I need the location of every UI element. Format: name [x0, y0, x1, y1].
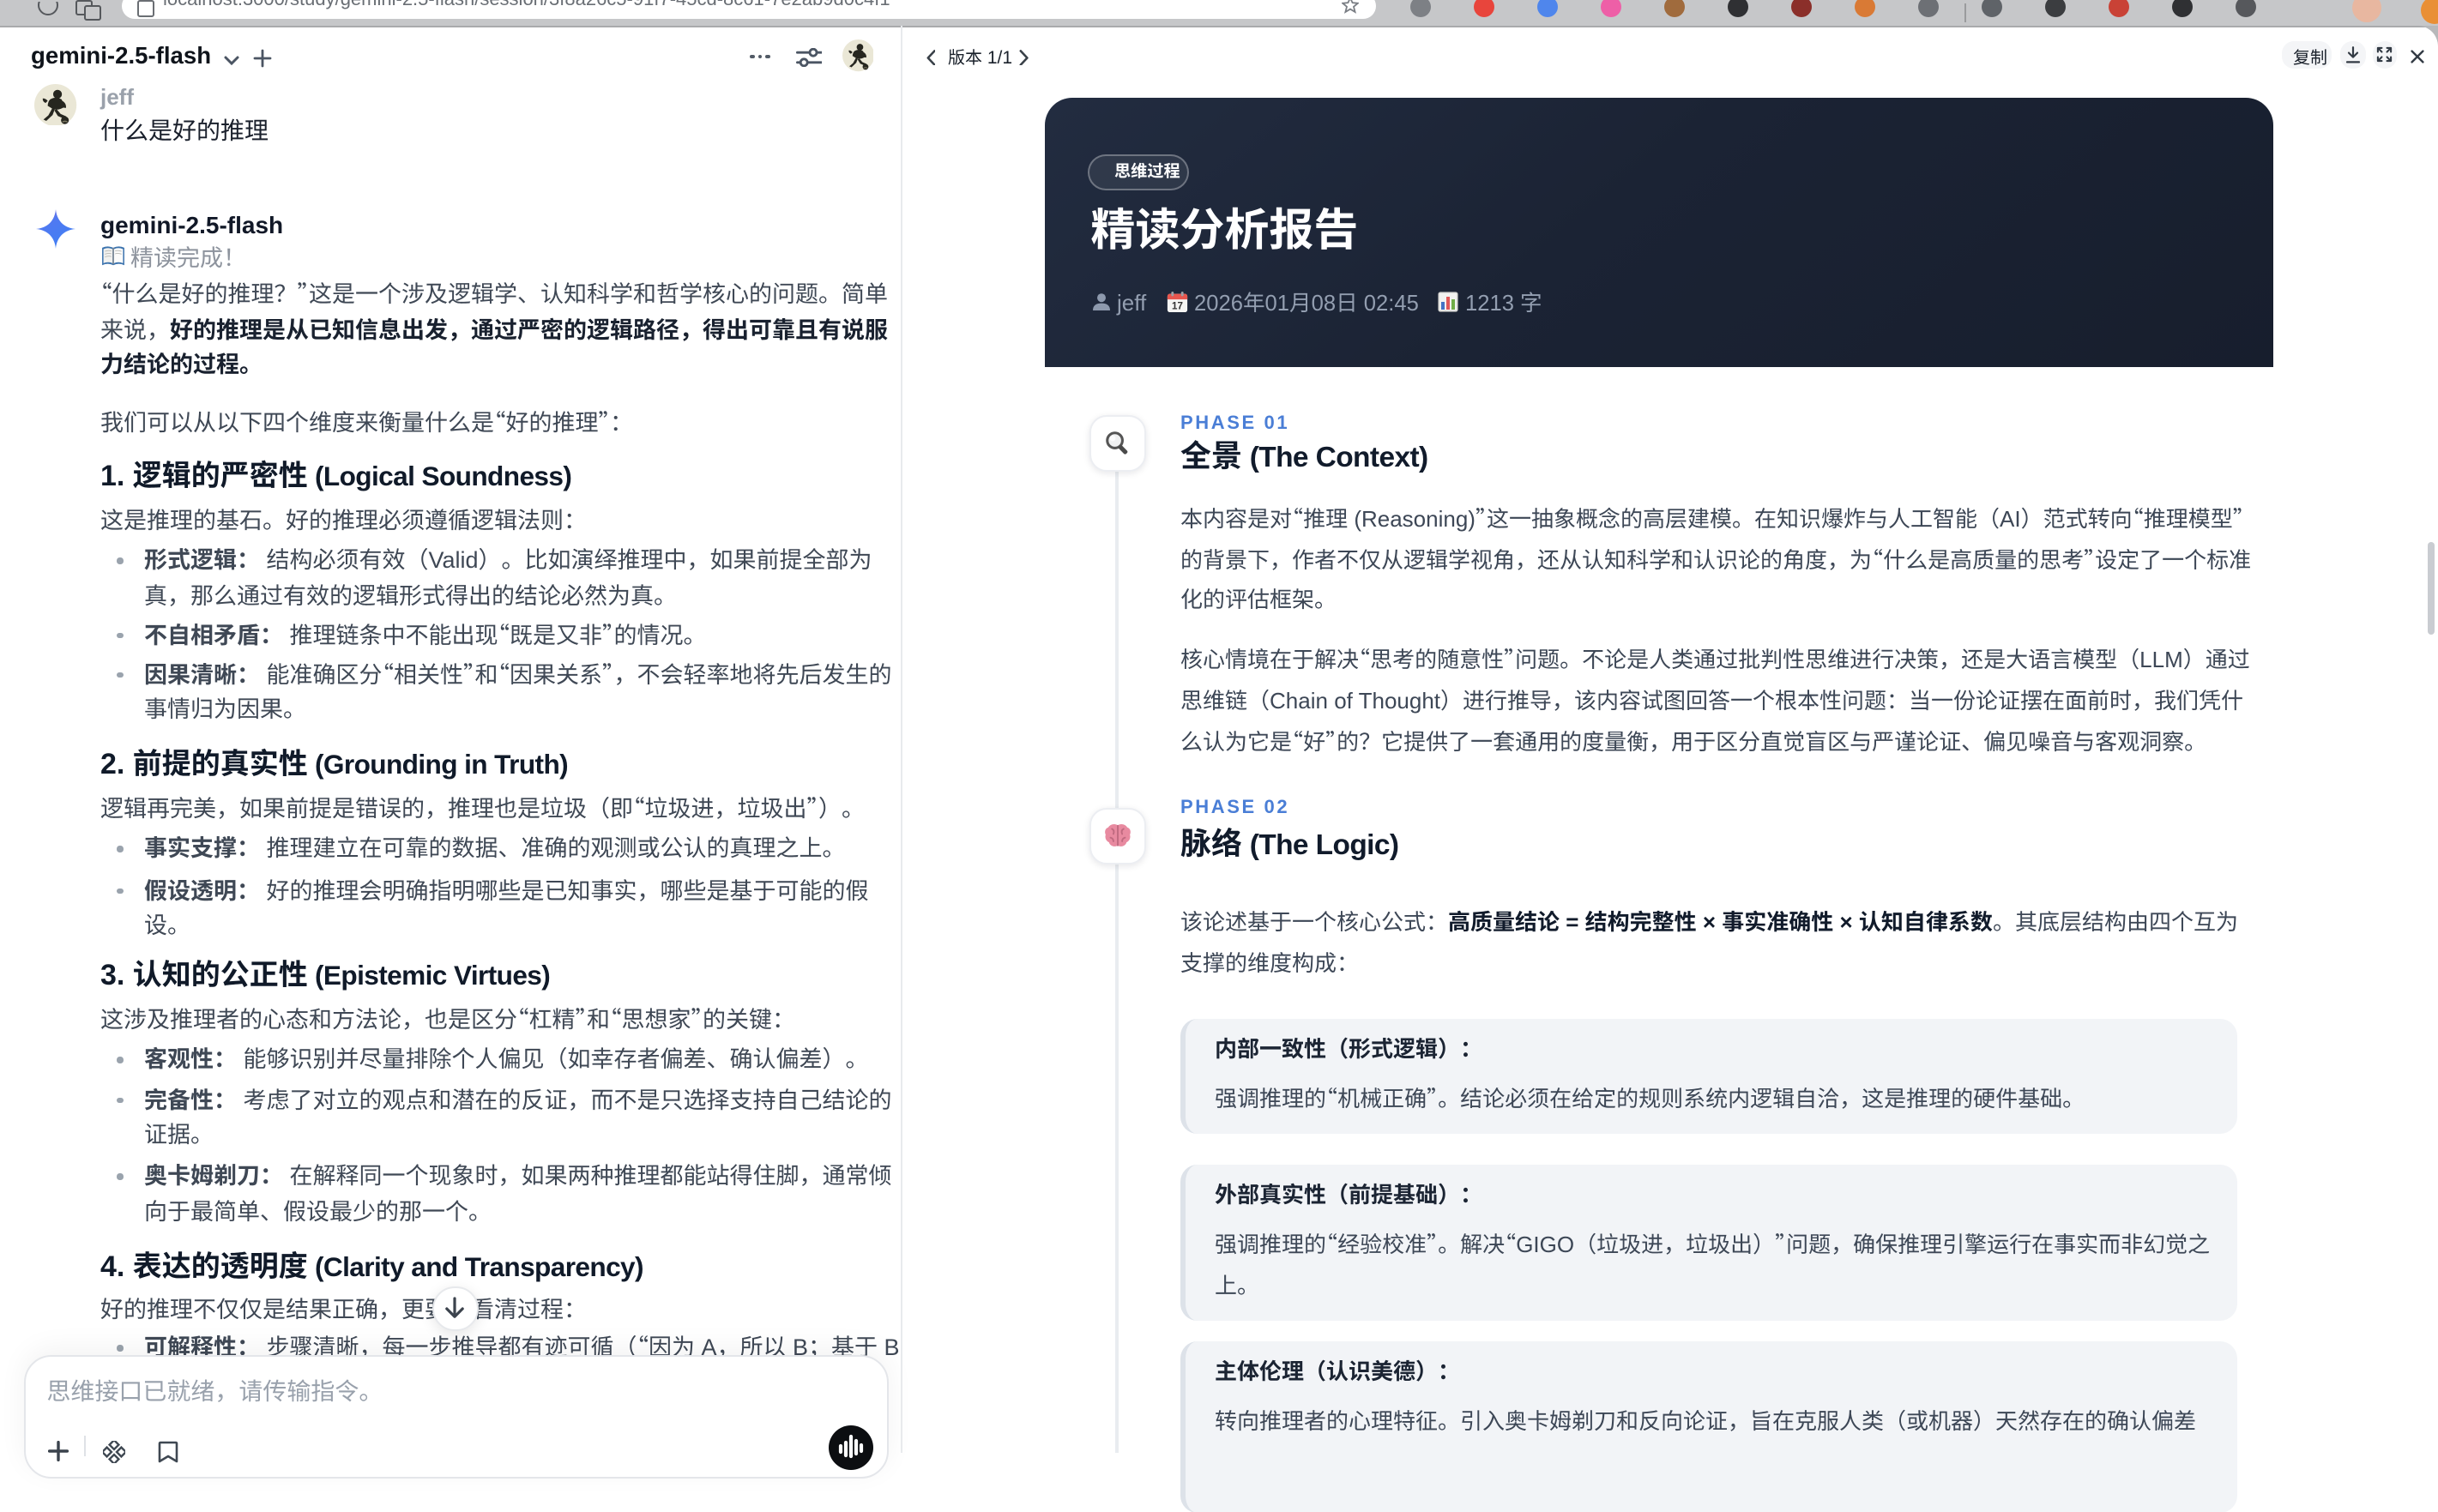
svg-text:17: 17 — [1172, 300, 1183, 311]
